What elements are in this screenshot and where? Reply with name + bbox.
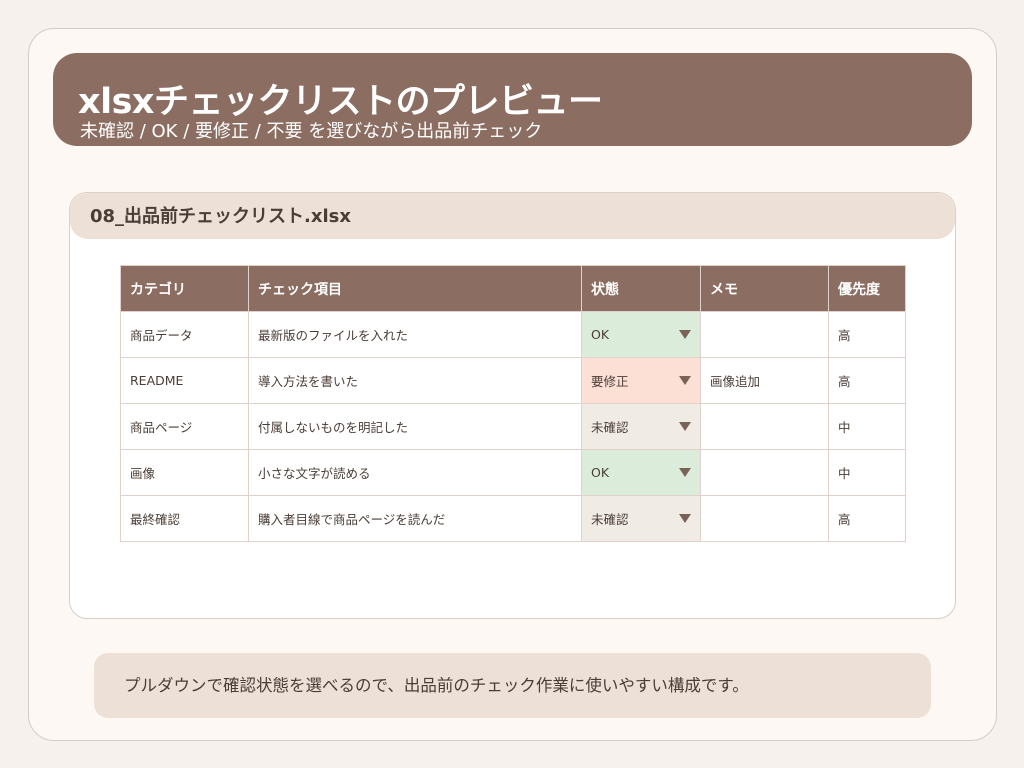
file-name: 08_出品前チェックリスト.xlsx xyxy=(90,206,351,227)
page-title: xlsxチェックリストのプレビュー xyxy=(78,82,603,122)
check-item-cell[interactable]: 購入者目線で商品ページを読んだ xyxy=(248,495,582,542)
memo-cell[interactable] xyxy=(700,449,829,496)
spreadsheet-card: 08_出品前チェックリスト.xlsx カテゴリ チェック項目 状態 メモ 優先度… xyxy=(69,192,956,619)
category-cell[interactable]: 画像 xyxy=(120,449,249,496)
table-row: 商品ページ 付属しないものを明記した 未確認 中 xyxy=(120,403,906,450)
status-value: OK xyxy=(591,465,610,480)
memo-cell[interactable] xyxy=(700,403,829,450)
priority-cell[interactable]: 高 xyxy=(828,357,906,404)
column-header-memo: メモ xyxy=(700,265,829,312)
check-item-cell[interactable]: 付属しないものを明記した xyxy=(248,403,582,450)
caret-down-icon[interactable] xyxy=(679,376,691,385)
table-header-row: カテゴリ チェック項目 状態 メモ 優先度 xyxy=(120,265,906,312)
caret-down-icon[interactable] xyxy=(679,422,691,431)
table-row: 商品データ 最新版のファイルを入れた OK 高 xyxy=(120,311,906,358)
check-item-cell[interactable]: 導入方法を書いた xyxy=(248,357,582,404)
category-cell[interactable]: 最終確認 xyxy=(120,495,249,542)
memo-cell[interactable]: 画像追加 xyxy=(700,357,829,404)
memo-cell[interactable] xyxy=(700,311,829,358)
page-header: xlsxチェックリストのプレビュー 未確認 / OK / 要修正 / 不要 を選… xyxy=(53,53,972,146)
category-cell[interactable]: 商品ページ xyxy=(120,403,249,450)
priority-cell[interactable]: 高 xyxy=(828,311,906,358)
status-dropdown[interactable]: OK xyxy=(581,449,701,496)
priority-cell[interactable]: 高 xyxy=(828,495,906,542)
status-value: 未確認 xyxy=(591,512,629,527)
priority-cell[interactable]: 中 xyxy=(828,449,906,496)
status-value: 未確認 xyxy=(591,420,629,435)
caret-down-icon[interactable] xyxy=(679,514,691,523)
category-cell[interactable]: README xyxy=(120,357,249,404)
memo-cell[interactable] xyxy=(700,495,829,542)
status-dropdown[interactable]: 要修正 xyxy=(581,357,701,404)
category-cell[interactable]: 商品データ xyxy=(120,311,249,358)
footer-note: プルダウンで確認状態を選べるので、出品前のチェック作業に使いやすい構成です。 xyxy=(94,653,931,718)
caret-down-icon[interactable] xyxy=(679,330,691,339)
check-item-cell[interactable]: 小さな文字が読める xyxy=(248,449,582,496)
priority-cell[interactable]: 中 xyxy=(828,403,906,450)
spreadsheet-card-header: 08_出品前チェックリスト.xlsx xyxy=(70,193,955,239)
status-dropdown[interactable]: 未確認 xyxy=(581,403,701,450)
table-row: 最終確認 購入者目線で商品ページを読んだ 未確認 高 xyxy=(120,495,906,542)
status-value: OK xyxy=(591,327,610,342)
column-header-status: 状態 xyxy=(581,265,701,312)
status-dropdown[interactable]: 未確認 xyxy=(581,495,701,542)
check-item-cell[interactable]: 最新版のファイルを入れた xyxy=(248,311,582,358)
status-value: 要修正 xyxy=(591,374,629,389)
column-header-check-item: チェック項目 xyxy=(248,265,582,312)
status-dropdown[interactable]: OK xyxy=(581,311,701,358)
page-subtitle: 未確認 / OK / 要修正 / 不要 を選びながら出品前チェック xyxy=(80,121,543,142)
table-row: README 導入方法を書いた 要修正 画像追加 高 xyxy=(120,357,906,404)
table-row: 画像 小さな文字が読める OK 中 xyxy=(120,449,906,496)
caret-down-icon[interactable] xyxy=(679,468,691,477)
column-header-category: カテゴリ xyxy=(120,265,249,312)
checklist-table: カテゴリ チェック項目 状態 メモ 優先度 商品データ 最新版のファイルを入れた… xyxy=(120,265,906,542)
footer-text: プルダウンで確認状態を選べるので、出品前のチェック作業に使いやすい構成です。 xyxy=(124,676,749,695)
column-header-priority: 優先度 xyxy=(828,265,906,312)
